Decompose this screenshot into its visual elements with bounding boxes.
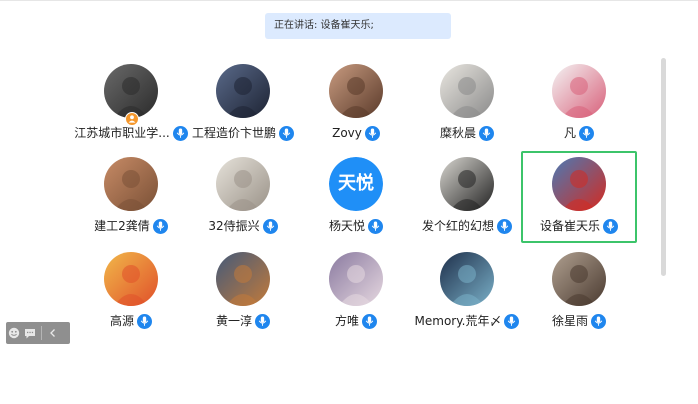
- host-badge-icon: [125, 112, 139, 126]
- toolbar-divider: [41, 326, 42, 340]
- participant-name: Memory.荒年〆: [414, 314, 502, 328]
- microphone-icon[interactable]: [591, 313, 606, 329]
- participant-name-row: 杨天悦: [298, 218, 414, 234]
- microphone-icon[interactable]: [603, 218, 618, 234]
- participant-name-row: 发个红的幻想: [409, 218, 525, 234]
- participant-tile[interactable]: 工程造价卞世鹏: [185, 58, 301, 150]
- participant-name-row: 糜秋晨: [409, 125, 525, 141]
- participant-name-row: 建工2龚倩: [73, 218, 189, 234]
- participant-name: 徐星雨: [551, 314, 588, 328]
- scrollbar[interactable]: [661, 58, 666, 276]
- microphone-icon[interactable]: [479, 125, 494, 141]
- avatar[interactable]: [440, 157, 494, 211]
- participant-name-row: 凡: [521, 125, 637, 141]
- avatar[interactable]: [552, 64, 606, 118]
- participant-name-row: Memory.荒年〆: [409, 313, 525, 329]
- avatar[interactable]: [552, 252, 606, 306]
- microphone-icon[interactable]: [255, 313, 270, 329]
- participant-name-row: 方唯: [298, 313, 414, 329]
- participant-name-row: 江苏城市职业学...: [73, 125, 189, 141]
- participant-name: 设备崔天乐: [539, 219, 600, 233]
- avatar[interactable]: [440, 252, 494, 306]
- collapse-button[interactable]: [45, 322, 61, 344]
- participant-tile[interactable]: 设备崔天乐: [521, 151, 637, 243]
- chat-bubble-icon: [25, 328, 35, 338]
- avatar[interactable]: [440, 64, 494, 118]
- avatar[interactable]: [104, 64, 158, 118]
- avatar[interactable]: 天悦: [329, 157, 383, 211]
- microphone-icon[interactable]: [152, 218, 168, 234]
- participant-name-row: 设备崔天乐: [523, 218, 635, 234]
- avatar[interactable]: [216, 252, 270, 306]
- participant-name: 建工2龚倩: [94, 219, 150, 233]
- participant-tile[interactable]: 天悦 杨天悦: [298, 151, 414, 243]
- avatar[interactable]: [216, 157, 270, 211]
- participant-name-row: 黄一淳: [185, 313, 301, 329]
- microphone-icon[interactable]: [262, 218, 278, 234]
- participant-tile[interactable]: 糜秋晨: [409, 58, 525, 150]
- participant-name-row: 工程造价卞世鹏: [185, 125, 301, 141]
- emoji-icon: [8, 327, 20, 339]
- participant-tile[interactable]: 方唯: [298, 246, 414, 338]
- speaking-status-text: 正在讲话: 设备崔天乐;: [274, 20, 374, 31]
- participant-tile[interactable]: 凡: [521, 58, 637, 150]
- avatar[interactable]: [216, 64, 270, 118]
- participant-tile[interactable]: 32侍振兴: [185, 151, 301, 243]
- participant-name: 方唯: [334, 314, 359, 328]
- avatar[interactable]: [104, 252, 158, 306]
- participant-name: 黄一淳: [215, 314, 252, 328]
- bottom-toolbar: [6, 322, 70, 344]
- participant-name-row: Zovy: [298, 125, 414, 141]
- participant-tile[interactable]: Memory.荒年〆: [409, 246, 525, 338]
- participant-name: 江苏城市职业学...: [74, 126, 170, 140]
- microphone-icon[interactable]: [362, 313, 377, 329]
- participant-name: 糜秋晨: [439, 126, 476, 140]
- emoji-button[interactable]: [6, 322, 22, 344]
- avatar-text: 天悦: [329, 157, 383, 211]
- participant-name-row: 32侍振兴: [185, 218, 301, 234]
- avatar[interactable]: [329, 64, 383, 118]
- participant-tile[interactable]: 高源: [73, 246, 189, 338]
- participant-name: 杨天悦: [328, 219, 365, 233]
- microphone-icon[interactable]: [579, 125, 594, 141]
- participant-tile[interactable]: 黄一淳: [185, 246, 301, 338]
- participant-name: 发个红的幻想: [421, 219, 494, 233]
- avatar[interactable]: [552, 157, 606, 211]
- speaking-status-bar: 正在讲话: 设备崔天乐;: [265, 13, 451, 39]
- top-divider: [0, 0, 698, 1]
- participant-tile[interactable]: 发个红的幻想: [409, 151, 525, 243]
- microphone-icon[interactable]: [497, 218, 512, 234]
- participant-name: 凡: [563, 126, 576, 140]
- participant-name-row: 高源: [73, 313, 189, 329]
- participant-name: 高源: [109, 314, 134, 328]
- microphone-icon[interactable]: [137, 313, 152, 329]
- participant-name-row: 徐星雨: [521, 313, 637, 329]
- chat-button[interactable]: [22, 322, 38, 344]
- avatar[interactable]: [329, 252, 383, 306]
- microphone-icon[interactable]: [504, 313, 520, 329]
- microphone-icon[interactable]: [279, 125, 294, 141]
- microphone-icon[interactable]: [368, 218, 383, 234]
- participant-name: 32侍振兴: [208, 219, 260, 233]
- participant-tile[interactable]: Zovy: [298, 58, 414, 150]
- participant-tile[interactable]: 徐星雨: [521, 246, 637, 338]
- participant-name: Zovy: [332, 126, 362, 140]
- participant-name: 工程造价卞世鹏: [191, 126, 276, 140]
- participant-tile[interactable]: 江苏城市职业学...: [73, 58, 189, 150]
- participant-tile[interactable]: 建工2龚倩: [73, 151, 189, 243]
- chevron-left-icon: [50, 329, 55, 337]
- avatar[interactable]: [104, 157, 158, 211]
- microphone-icon[interactable]: [364, 125, 380, 141]
